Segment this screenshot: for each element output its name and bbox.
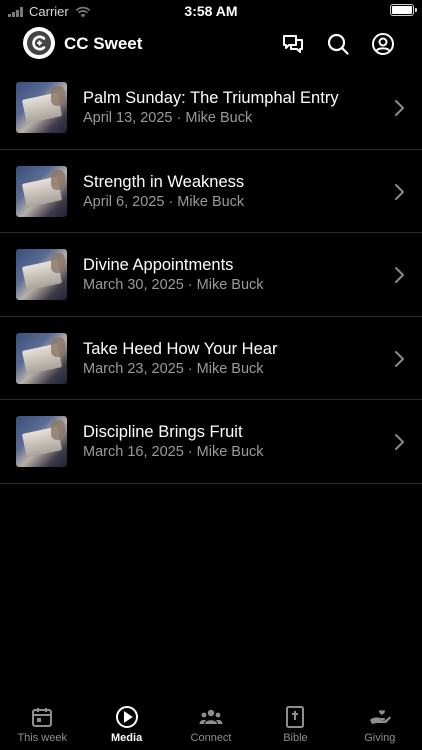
- people-icon: [199, 709, 223, 724]
- profile-button[interactable]: [370, 31, 396, 57]
- sermon-thumbnail: [16, 332, 67, 384]
- sermon-row[interactable]: Strength in Weakness April 6, 2025 · Mik…: [0, 150, 422, 234]
- tab-label: Bible: [283, 732, 308, 744]
- sermon-thumbnail: [16, 249, 67, 301]
- sermon-date-speaker: March 23, 2025 · Mike Buck: [83, 360, 264, 377]
- sermon-title: Discipline Brings Fruit: [83, 423, 243, 442]
- account-icon: [372, 33, 394, 55]
- chevron-right-icon: [395, 434, 404, 451]
- sermon-date-speaker: March 30, 2025 · Mike Buck: [83, 277, 264, 294]
- sermon-row[interactable]: Palm Sunday: The Triumphal Entry April 1…: [0, 66, 422, 150]
- tab-label: This week: [17, 732, 67, 744]
- chevron-right-icon: [395, 100, 404, 116]
- tab-this-week[interactable]: This week: [0, 700, 84, 750]
- messages-button[interactable]: [280, 31, 306, 57]
- sermon-title: Divine Appointments: [83, 256, 234, 275]
- sermon-list: Palm Sunday: The Triumphal Entry April 1…: [0, 66, 422, 484]
- app-title: CC Sweet: [64, 34, 143, 53]
- chevron-right-icon: [395, 350, 404, 367]
- tab-bible[interactable]: Bible: [253, 700, 337, 750]
- status-bar: Carrier 3:58 AM: [0, 0, 422, 22]
- sermon-thumbnail: [16, 416, 67, 468]
- sermon-title: Palm Sunday: The Triumphal Entry: [83, 89, 339, 107]
- sermon-date-speaker: March 16, 2025 · Mike Buck: [83, 444, 264, 461]
- giving-hand-icon: [369, 710, 391, 724]
- sermon-title: Take Heed How Your Hear: [83, 339, 278, 358]
- sermon-row[interactable]: Divine Appointments March 30, 2025 · Mik…: [0, 233, 422, 317]
- tab-bar: This week Media Connect Bible Giving: [0, 700, 422, 750]
- tab-label: Media: [111, 732, 143, 744]
- tab-giving[interactable]: Giving: [338, 700, 422, 750]
- sermon-thumbnail: [16, 82, 67, 133]
- chat-bubbles-icon: [283, 35, 303, 53]
- tab-connect[interactable]: Connect: [169, 700, 253, 750]
- sermon-row[interactable]: Take Heed How Your Hear March 23, 2025 ·…: [0, 317, 422, 401]
- sermon-row[interactable]: Discipline Brings Fruit March 16, 2025 ·…: [0, 400, 422, 484]
- tab-label: Giving: [364, 732, 396, 744]
- sermon-thumbnail: [16, 165, 67, 217]
- app-header: CC Sweet: [0, 22, 422, 66]
- calendar-icon: [32, 708, 53, 727]
- tab-media[interactable]: Media: [84, 700, 168, 750]
- tab-label: Connect: [190, 732, 232, 744]
- status-time: 3:58 AM: [184, 3, 238, 19]
- chevron-right-icon: [395, 183, 404, 200]
- chevron-right-icon: [395, 267, 404, 284]
- church-logo-icon[interactable]: [23, 27, 55, 59]
- bible-icon: [286, 706, 305, 728]
- battery-icon: [390, 4, 417, 16]
- search-icon: [327, 33, 349, 55]
- search-button[interactable]: [325, 31, 351, 57]
- sermon-title: Strength in Weakness: [83, 172, 245, 191]
- play-circle-icon: [115, 706, 138, 728]
- sermon-date-speaker: April 6, 2025 · Mike Buck: [83, 193, 245, 210]
- sermon-date-speaker: April 13, 2025 · Mike Buck: [83, 110, 253, 126]
